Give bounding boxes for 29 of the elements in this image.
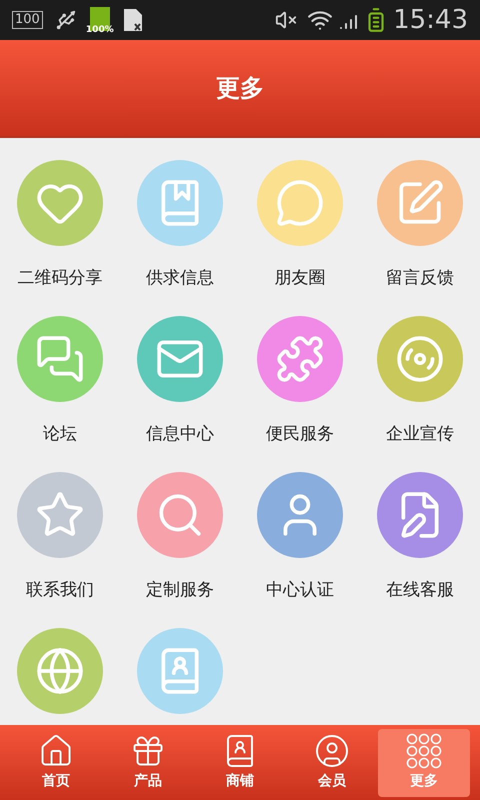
mute-icon — [275, 9, 298, 31]
chat-bubbles-icon — [35, 334, 85, 384]
storage-indicator: 100 — [12, 11, 43, 29]
usb-icon — [54, 9, 77, 31]
feature-label: 留言反馈 — [386, 267, 454, 290]
nav-tab[interactable]: 首页 — [10, 728, 102, 796]
dots-grid-icon — [406, 733, 442, 769]
feature-label: 论坛 — [43, 423, 77, 446]
feature-label: 二维码分享 — [18, 267, 102, 290]
feature-label: 在线客服 — [386, 579, 454, 602]
feature-label: 朋友圈 — [274, 267, 326, 290]
nav-tab[interactable]: 产品 — [102, 728, 194, 796]
nav-tab[interactable]: 会员 — [286, 728, 378, 796]
page-title: 更多 — [216, 73, 264, 104]
feature-label: 便民服务 — [266, 423, 334, 446]
speech-bubble-icon — [275, 178, 325, 228]
feature-label: 定制服务 — [146, 579, 214, 602]
feature-label: 信息中心 — [146, 423, 214, 446]
feature-label: 供求信息 — [146, 267, 214, 290]
sim-card-icon — [122, 8, 143, 32]
globe-icon — [35, 646, 85, 696]
feature-label: 中心认证 — [266, 579, 334, 602]
feature-label: 企业宣传 — [386, 423, 454, 446]
puzzle-piece-icon — [275, 334, 325, 384]
clock: 15:43 — [393, 4, 468, 36]
person-circle-icon — [314, 733, 350, 769]
feature-label: 联系我们 — [26, 579, 94, 602]
nav-tab[interactable]: 商铺 — [194, 728, 286, 796]
nav-tab[interactable]: 更多 — [378, 728, 470, 796]
